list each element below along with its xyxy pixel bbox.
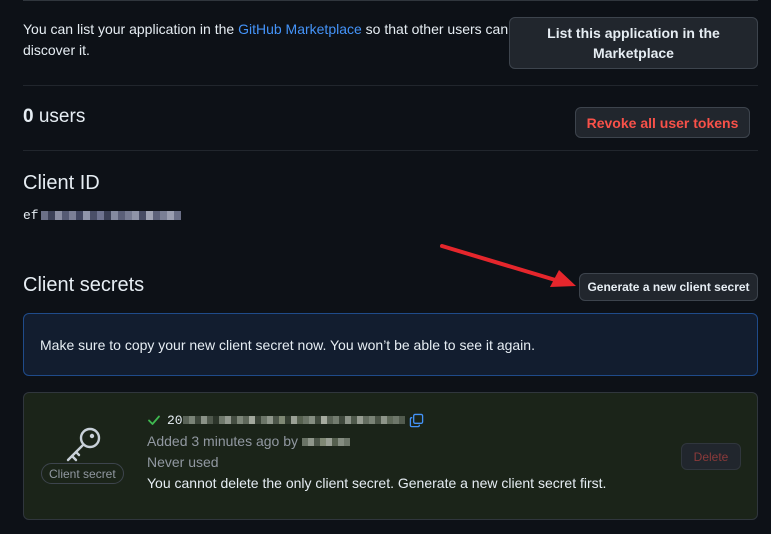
key-icon <box>66 427 101 462</box>
client-secret-badge: Client secret <box>41 463 124 484</box>
divider <box>23 150 758 151</box>
secret-details: 20 Added 3 minutes ago by Never used You… <box>147 411 606 494</box>
copy-icon[interactable] <box>409 413 424 428</box>
top-divider <box>23 0 758 1</box>
delete-secret-button[interactable]: Delete <box>681 443 741 470</box>
secret-added-info: Added 3 minutes ago by <box>147 431 606 452</box>
redacted-username <box>301 438 350 447</box>
revoke-all-user-tokens-button[interactable]: Revoke all user tokens <box>575 107 750 138</box>
secret-delete-note: You cannot delete the only client secret… <box>147 475 607 491</box>
marketplace-description: You can list your application in the Git… <box>23 21 509 58</box>
secret-usage: Never used <box>147 454 219 470</box>
client-id-value: ef <box>23 208 181 223</box>
redacted-secret-hash <box>182 416 405 424</box>
github-marketplace-link[interactable]: GitHub Marketplace <box>238 21 362 37</box>
check-icon <box>148 415 160 425</box>
generate-new-client-secret-button[interactable]: Generate a new client secret <box>579 273 758 301</box>
secret-hash-prefix: 20 <box>167 412 183 428</box>
users-count-heading: 0 users <box>23 106 86 127</box>
list-in-marketplace-button[interactable]: List this application in the Marketplace <box>509 17 758 69</box>
divider <box>23 85 758 86</box>
redacted-client-id <box>40 211 181 220</box>
copy-secret-flash-message: Make sure to copy your new client secret… <box>23 313 758 376</box>
client-id-heading: Client ID <box>23 172 100 194</box>
client-secrets-heading: Client secrets <box>23 274 145 296</box>
client-secret-item: Client secret 20 Added 3 minutes ago by … <box>23 392 758 520</box>
red-arrow-annotation <box>440 244 576 287</box>
